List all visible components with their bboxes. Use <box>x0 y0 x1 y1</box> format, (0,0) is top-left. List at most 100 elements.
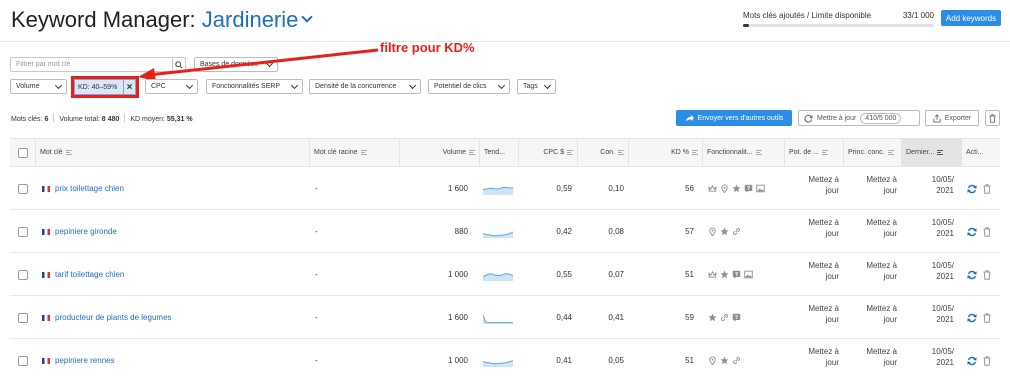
click-potential-line1: Mettez à <box>808 261 839 270</box>
col-competitors[interactable]: Princ. conc. <box>843 139 901 166</box>
root-keyword-cell: - <box>315 313 318 322</box>
kd-cell: 51 <box>685 270 694 279</box>
row-checkbox[interactable] <box>17 226 28 237</box>
avg-kd-label: KD moyen: <box>130 116 165 123</box>
col-click-potential[interactable]: Pot. de ... <box>784 139 843 166</box>
click-potential-cell[interactable]: Mettez à jour <box>784 260 839 282</box>
keyword-cell: producteur de plants de legumes <box>42 296 307 339</box>
add-keywords-button[interactable]: Add keywords <box>941 10 1001 26</box>
update-metrics-button[interactable]: Mettre à jour 410/5 000 <box>798 110 920 126</box>
project-name[interactable]: Jardinerie <box>202 7 299 32</box>
select-all-checkbox[interactable] <box>17 147 28 158</box>
serp-features-dropdown[interactable]: Fonctionnalités SERP <box>206 79 303 94</box>
competitors-cell[interactable]: Mettez à jour <box>843 346 897 368</box>
col-root-keyword[interactable]: Mot clé racine <box>309 139 399 166</box>
row-checkbox[interactable] <box>17 269 28 280</box>
page-title: Keyword Manager: Jardinerie <box>11 6 314 34</box>
refresh-icon[interactable] <box>967 270 977 280</box>
col-kd[interactable]: KD % <box>628 139 702 166</box>
tags-dropdown[interactable]: Tags <box>517 79 556 94</box>
click-potential-cell[interactable]: Mettez à jour <box>784 174 839 196</box>
col-cpc[interactable]: CPC $ <box>518 139 577 166</box>
trash-icon[interactable] <box>983 312 991 323</box>
refresh-icon[interactable] <box>967 184 977 194</box>
click-potential-cell[interactable]: Mettez à jour <box>784 303 839 325</box>
col-root-keyword-label: Mot clé racine <box>314 149 358 156</box>
competitors-cell[interactable]: Mettez à jour <box>843 174 897 196</box>
last-update-line1: 10/05/ <box>931 218 954 227</box>
col-competition[interactable]: Con. <box>577 139 628 166</box>
click-potential-dropdown[interactable]: Potentiel de clics <box>428 79 510 94</box>
link-icon <box>733 357 740 364</box>
keyword-link[interactable]: tarif toilettage chien <box>55 270 124 279</box>
total-volume-label: Volume total: <box>59 116 100 123</box>
crown-icon <box>708 184 717 192</box>
cpc-filter-dropdown[interactable]: CPC <box>145 79 198 94</box>
competitors-line2: jour <box>883 315 897 324</box>
keyword-link[interactable]: prix toilettage chien <box>55 184 124 193</box>
competition-density-dropdown[interactable]: Densité de la concurrence <box>309 79 421 94</box>
update-quota-badge: 410/5 000 <box>860 112 902 124</box>
france-flag-icon <box>42 314 50 321</box>
trash-icon[interactable] <box>983 226 991 237</box>
serp-features-cell <box>708 210 782 253</box>
col-trend[interactable]: Tend... <box>479 139 518 166</box>
competitors-cell[interactable]: Mettez à jour <box>843 217 897 239</box>
competitors-cell[interactable]: Mettez à jour <box>843 260 897 282</box>
refresh-icon[interactable] <box>967 313 977 323</box>
competition-cell: 0,07 <box>608 270 624 279</box>
keyword-limit-count: 33/1 000 <box>902 11 934 20</box>
trend-line <box>483 314 513 323</box>
col-volume-label: Volume <box>442 149 466 156</box>
volume-filter-dropdown[interactable]: Volume <box>10 79 67 94</box>
table-row[interactable]: prix toilettage chien - 1 600 0,59 0,10 56? Me… <box>10 167 1000 210</box>
table-header: Mot clé Mot clé racine Volume Tend... CP… <box>10 138 1000 167</box>
star-icon <box>732 184 741 193</box>
row-checkbox[interactable] <box>17 312 28 323</box>
send-to-tools-button[interactable]: Envoyer vers d'autres outils <box>676 110 792 126</box>
trash-icon[interactable] <box>983 183 991 194</box>
keyword-link[interactable]: pepiniere gironde <box>55 227 117 236</box>
volume-cell: 1 600 <box>447 313 468 322</box>
trend-cell <box>483 167 517 210</box>
refresh-icon[interactable] <box>967 227 977 237</box>
sort-icon <box>887 150 894 155</box>
keyword-link[interactable]: producteur de plants de legumes <box>55 313 172 322</box>
table-row[interactable]: pepiniere gironde - 880 0,42 0,08 57 Mettez à j… <box>10 210 1000 253</box>
trash-icon[interactable] <box>983 269 991 280</box>
trash-icon[interactable] <box>983 355 991 366</box>
table-row[interactable]: producteur de plants de legumes - 1 600 0,4… <box>10 296 1000 339</box>
close-icon[interactable]: × <box>123 80 135 94</box>
chevron-down-icon[interactable] <box>301 11 314 23</box>
competitors-line2: jour <box>883 358 897 367</box>
competitors-cell[interactable]: Mettez à jour <box>843 303 897 325</box>
faq-icon: ? <box>732 313 741 322</box>
volume-filter-label: Volume <box>16 83 40 90</box>
svg-text:?: ? <box>747 186 750 192</box>
col-volume[interactable]: Volume <box>399 139 479 166</box>
delete-selected-button[interactable] <box>985 110 1000 126</box>
click-potential-cell[interactable]: Mettez à jour <box>784 346 839 368</box>
col-last-update[interactable]: Dernier... <box>901 139 961 166</box>
row-checkbox[interactable] <box>17 183 28 194</box>
table-row[interactable]: pepiniere rennes - 1 000 0,41 0,05 51 Mettez à… <box>10 339 1000 376</box>
row-actions-cell <box>967 296 997 339</box>
kd-filter-chip[interactable]: KD: 40–59% × <box>74 79 136 95</box>
row-select-cell <box>10 339 35 376</box>
image-icon <box>744 270 753 279</box>
row-checkbox[interactable] <box>17 355 28 366</box>
root-keyword-cell: - <box>315 270 318 279</box>
table-row[interactable]: tarif toilettage chien - 1 000 0,55 0,07 51? M… <box>10 253 1000 296</box>
col-keyword[interactable]: Mot clé <box>35 139 309 166</box>
competition-cell: 0,05 <box>608 356 624 365</box>
row-actions-cell <box>967 253 997 296</box>
sort-icon <box>65 150 72 155</box>
export-button[interactable]: Exporter <box>925 110 979 126</box>
project-selector[interactable]: Jardinerie <box>202 7 314 32</box>
export-label: Exporter <box>944 114 972 122</box>
keyword-link[interactable]: pepiniere rennes <box>55 356 115 365</box>
click-potential-cell[interactable]: Mettez à jour <box>784 217 839 239</box>
cpc-cell: 0,55 <box>556 270 572 279</box>
refresh-icon[interactable] <box>967 356 977 366</box>
col-serp-features[interactable]: Fonctionnalit... <box>702 139 784 166</box>
